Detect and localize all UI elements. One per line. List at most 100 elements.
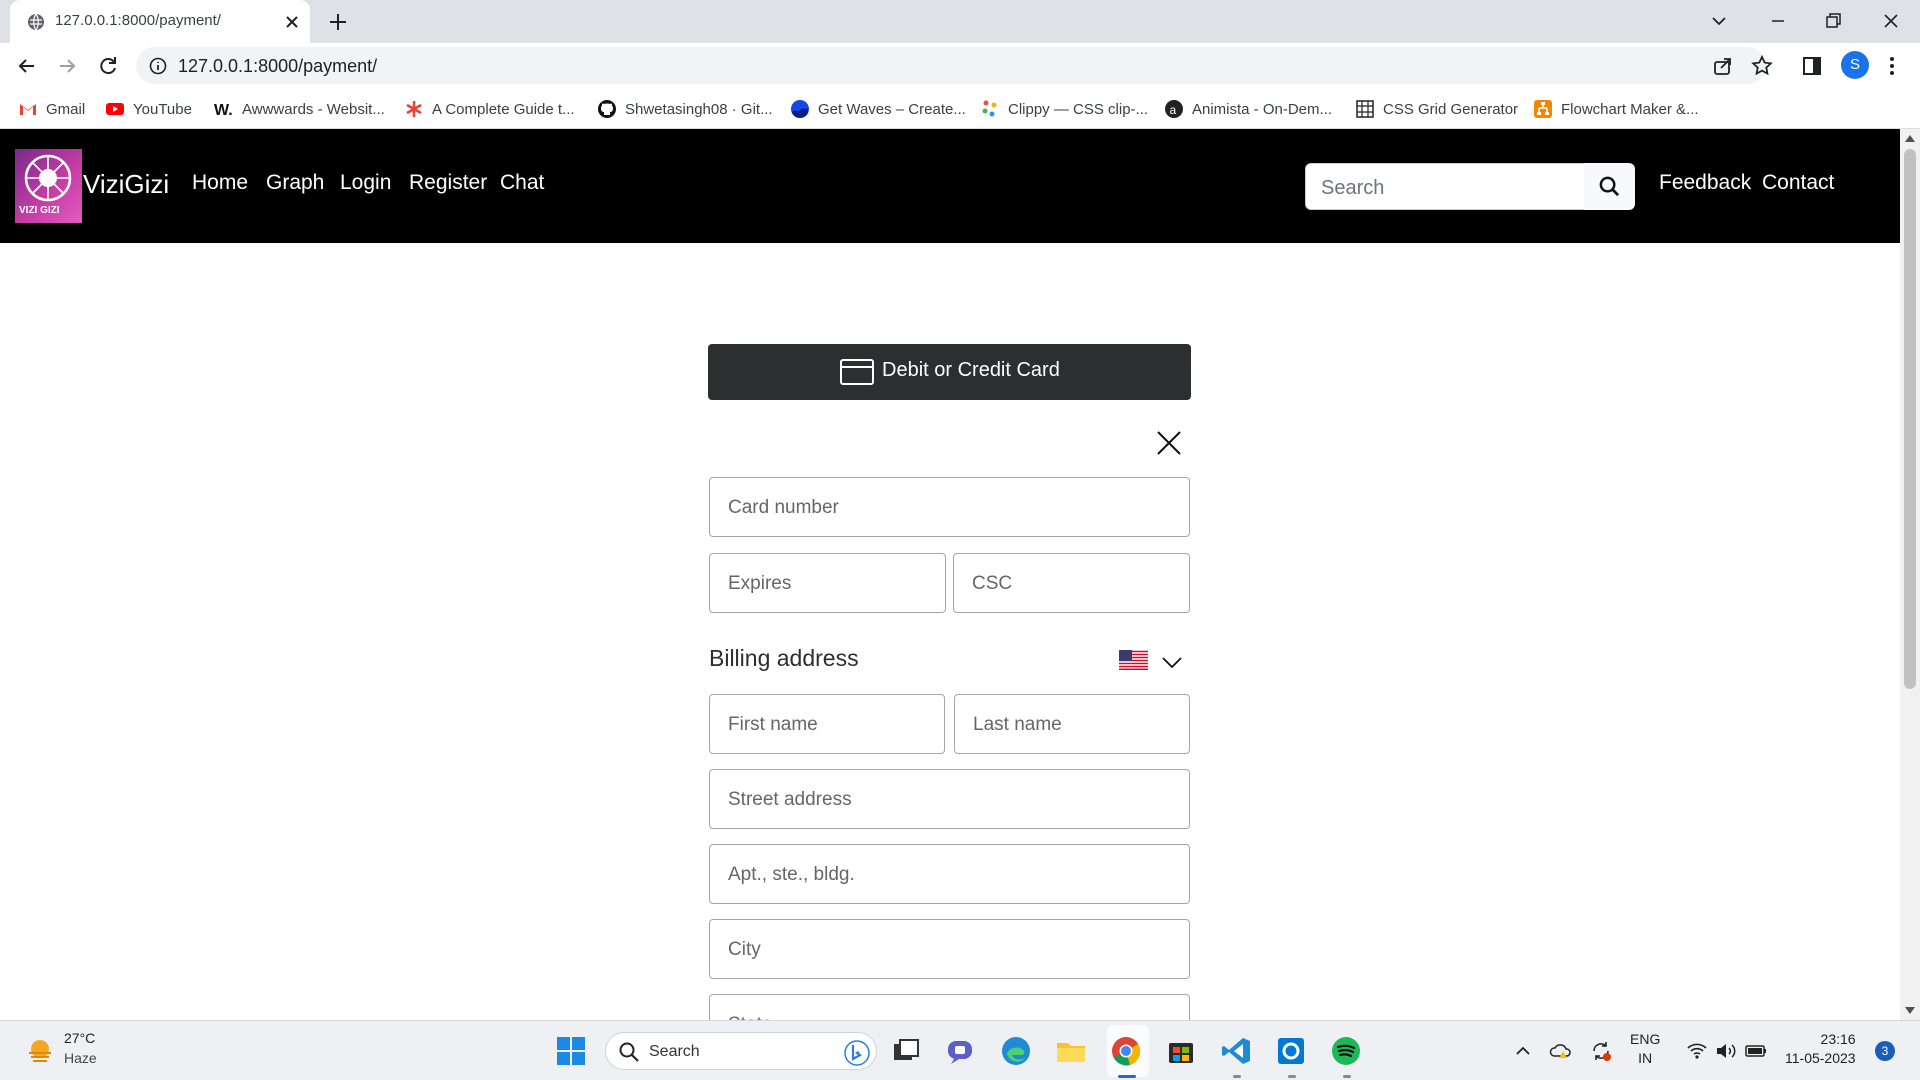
volume-icon[interactable]	[1714, 1039, 1738, 1063]
bookmark-label: Gmail	[46, 100, 86, 118]
csc-field[interactable]: CSC	[953, 553, 1190, 613]
tab-search-chevron-icon[interactable]	[1707, 9, 1731, 33]
menu-dots-icon[interactable]	[1879, 53, 1905, 79]
bookmark-label: Clippy — CSS clip-...	[1008, 100, 1149, 118]
task-view-icon[interactable]	[890, 1035, 922, 1067]
first-name-placeholder: First name	[728, 714, 818, 735]
minimize-icon[interactable]	[1766, 9, 1790, 33]
edge-icon[interactable]	[1000, 1035, 1032, 1067]
taskbar-search-icon	[619, 1042, 639, 1062]
show-hidden-icons-chevron-icon[interactable]	[1511, 1039, 1535, 1063]
country-chevron-down-icon[interactable]	[1160, 651, 1184, 673]
bookmark-github[interactable]: Shwetasingh08 · Git...	[597, 98, 773, 120]
street-address-placeholder: Street address	[728, 789, 852, 810]
bookmark-label: YouTube	[133, 100, 192, 118]
page-viewport: VIZI GIZI ViziGizi Home Graph Login Regi…	[0, 129, 1900, 1020]
nav-register[interactable]: Register	[409, 171, 487, 195]
input-language[interactable]: ENG IN	[1630, 1030, 1660, 1068]
bookmark-youtube[interactable]: YouTube	[105, 98, 192, 120]
card-number-placeholder: Card number	[728, 497, 839, 518]
browser-tab[interactable]: 127.0.0.1:8000/payment/	[10, 0, 310, 43]
nav-login[interactable]: Login	[340, 171, 391, 195]
bookmark-awwwards[interactable]: W. Awwwards - Websit...	[214, 98, 385, 120]
battery-icon[interactable]	[1744, 1039, 1768, 1063]
system-clock[interactable]: 23:16 11-05-2023	[1785, 1030, 1856, 1068]
spotify-icon[interactable]	[1330, 1035, 1362, 1067]
site-search-button[interactable]	[1584, 163, 1635, 210]
side-panel-icon[interactable]	[1799, 53, 1825, 79]
bookmark-label: Animista - On-Dem...	[1192, 100, 1333, 118]
taskbar-search[interactable]: Search	[605, 1032, 877, 1070]
forward-icon[interactable]	[54, 53, 80, 79]
site-logo[interactable]: VIZI GIZI	[15, 149, 82, 223]
nav-contact[interactable]: Contact	[1762, 171, 1834, 195]
sync-icon[interactable]	[1589, 1039, 1613, 1063]
apt-field[interactable]: Apt., ste., bldg.	[709, 844, 1190, 904]
reload-icon[interactable]	[95, 53, 121, 79]
chrome-icon[interactable]	[1110, 1035, 1142, 1067]
state-field[interactable]: State	[709, 994, 1190, 1020]
teams-chat-icon[interactable]	[945, 1035, 977, 1067]
page-scrollbar[interactable]	[1900, 129, 1920, 1020]
weather-description[interactable]: Haze	[64, 1050, 97, 1066]
bookmark-css-grid-generator[interactable]: CSS Grid Generator	[1355, 98, 1518, 120]
waves-icon	[791, 100, 809, 118]
us-flag-icon[interactable]	[1119, 650, 1148, 670]
wifi-icon[interactable]	[1685, 1039, 1709, 1063]
nav-graph[interactable]: Graph	[266, 171, 324, 195]
url-text[interactable]: 127.0.0.1:8000/payment/	[178, 56, 377, 77]
close-form-icon[interactable]	[1156, 430, 1182, 456]
nav-home[interactable]: Home	[192, 171, 248, 195]
chrome-running-indicator	[1118, 1075, 1136, 1078]
bookmark-animista[interactable]: a Animista - On-Dem...	[1164, 98, 1332, 120]
last-name-field[interactable]: Last name	[954, 694, 1190, 754]
browser-toolbar: 127.0.0.1:8000/payment/ S	[0, 43, 1920, 88]
bookmark-clippy[interactable]: Clippy — CSS clip-...	[980, 98, 1148, 120]
share-icon[interactable]	[1710, 53, 1736, 79]
nav-chat[interactable]: Chat	[500, 171, 544, 195]
first-name-field[interactable]: First name	[709, 694, 945, 754]
scrollbar-thumb[interactable]	[1904, 149, 1916, 689]
debit-credit-card-button[interactable]: Debit or Credit Card	[708, 344, 1191, 400]
profile-avatar[interactable]: S	[1841, 51, 1869, 79]
windows-start-icon[interactable]	[555, 1035, 587, 1067]
site-brand[interactable]: ViziGizi	[83, 169, 169, 200]
restore-icon[interactable]	[1821, 9, 1845, 33]
new-tab-icon[interactable]	[326, 10, 350, 34]
site-info-icon[interactable]	[148, 56, 168, 76]
logo-text: VIZI GIZI	[19, 205, 60, 216]
vscode-running-indicator	[1233, 1075, 1241, 1078]
bookmark-gmail[interactable]: Gmail	[18, 98, 85, 120]
bookmark-get-waves[interactable]: Get Waves – Create...	[790, 98, 966, 120]
asterisk-icon	[406, 101, 422, 117]
gmail-icon	[20, 104, 36, 115]
csc-placeholder: CSC	[972, 573, 1013, 594]
address-bar[interactable]: 127.0.0.1:8000/payment/	[136, 47, 1766, 84]
ms-store-icon[interactable]	[1165, 1035, 1197, 1067]
bookmark-label: Awwwards - Websit...	[242, 100, 385, 118]
bookmark-star-icon[interactable]	[1749, 53, 1775, 79]
nav-feedback[interactable]: Feedback	[1659, 171, 1751, 195]
back-icon[interactable]	[14, 53, 40, 79]
file-explorer-icon[interactable]	[1055, 1035, 1087, 1067]
expires-field[interactable]: Expires	[709, 553, 946, 613]
city-placeholder: City	[728, 939, 761, 960]
street-address-field[interactable]: Street address	[709, 769, 1190, 829]
site-search-input[interactable]: Search	[1305, 163, 1585, 210]
vscode-icon[interactable]	[1220, 1035, 1252, 1067]
haze-weather-icon[interactable]	[24, 1035, 56, 1067]
bookmark-flowchart-maker[interactable]: Flowchart Maker &...	[1533, 98, 1699, 120]
spotify-running-indicator	[1343, 1075, 1351, 1078]
card-number-field[interactable]: Card number	[709, 477, 1190, 537]
cortana-icon[interactable]	[1275, 1035, 1307, 1067]
close-window-icon[interactable]	[1879, 9, 1903, 33]
bookmark-label: Get Waves – Create...	[818, 100, 966, 118]
scroll-down-icon[interactable]	[1905, 1007, 1915, 1015]
scroll-up-icon[interactable]	[1905, 134, 1915, 142]
weather-temperature[interactable]: 27°C	[64, 1030, 95, 1046]
bookmark-css-guide[interactable]: A Complete Guide t...	[404, 98, 575, 120]
notification-badge[interactable]: 3	[1875, 1041, 1895, 1061]
close-tab-icon[interactable]	[282, 12, 302, 32]
city-field[interactable]: City	[709, 919, 1190, 979]
onedrive-warning-icon[interactable]	[1549, 1039, 1573, 1063]
